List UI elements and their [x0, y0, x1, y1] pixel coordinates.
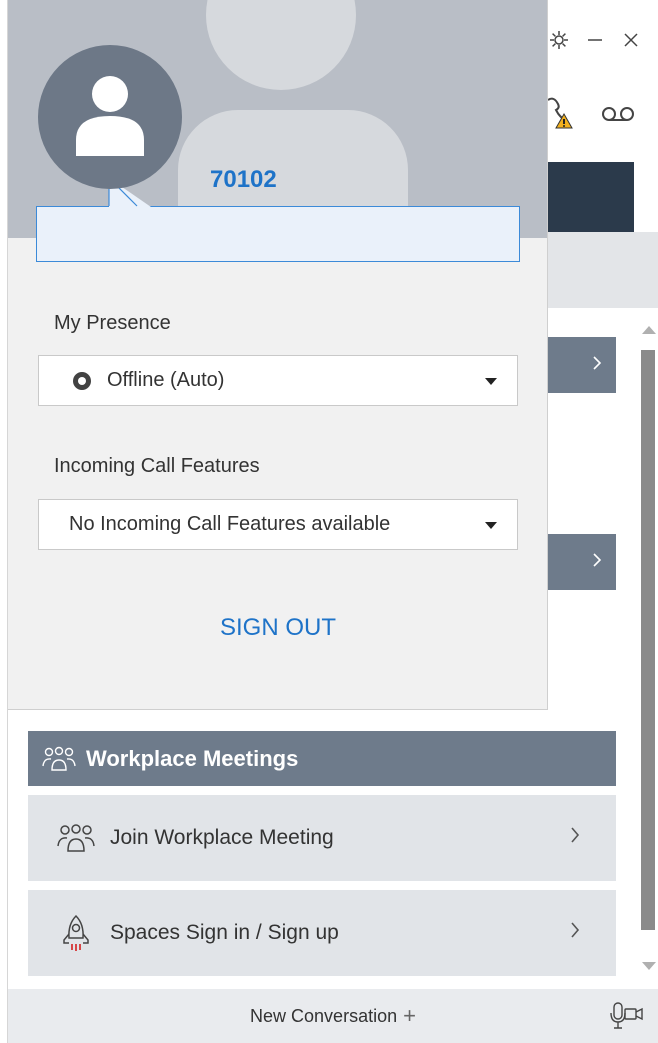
presence-select[interactable]: Offline (Auto): [38, 355, 518, 406]
user-silhouette-icon: [74, 74, 146, 161]
dark-header-strip: [548, 162, 634, 232]
video-microphone-icon[interactable]: [610, 1001, 644, 1036]
people-group-icon: [42, 746, 76, 772]
chevron-right-icon: [570, 826, 580, 850]
dropdown-caret-icon: [485, 522, 497, 529]
presence-status-icon: [73, 371, 91, 390]
dropdown-caret-icon: [485, 378, 497, 385]
phone-warning-icon[interactable]: [546, 96, 576, 137]
rocket-icon: [56, 914, 96, 952]
collapsed-section-bar[interactable]: [548, 534, 616, 590]
voicemail-icon[interactable]: [600, 104, 636, 129]
gray-band: [548, 232, 658, 308]
profile-popup: 70102 My Presence Offline (Auto) Incomin…: [8, 0, 548, 710]
section-title: Workplace Meetings: [86, 745, 299, 771]
avatar[interactable]: [38, 45, 182, 189]
sign-out-button[interactable]: SIGN OUT: [8, 614, 547, 642]
list-item-label: Spaces Sign in / Sign up: [110, 921, 339, 944]
call-features-value: No Incoming Call Features available: [69, 513, 391, 535]
scroll-thumb[interactable]: [641, 350, 655, 930]
minimize-button[interactable]: [584, 29, 606, 51]
presence-value: Offline (Auto): [107, 369, 225, 391]
join-workplace-meeting-item[interactable]: Join Workplace Meeting: [28, 795, 616, 881]
chevron-right-icon: [570, 921, 580, 945]
collapsed-section-bar[interactable]: [548, 337, 616, 393]
call-features-label: Incoming Call Features: [54, 455, 260, 477]
presence-label: My Presence: [54, 312, 171, 334]
vertical-scrollbar[interactable]: [638, 320, 658, 982]
new-conversation-label: New Conversation: [250, 1005, 398, 1026]
list-item-label: Join Workplace Meeting: [110, 826, 334, 849]
spaces-sign-in-item[interactable]: Spaces Sign in / Sign up: [28, 890, 616, 976]
extension-number: 70102: [210, 166, 277, 193]
chevron-right-icon: [592, 355, 602, 376]
scroll-up-arrow-icon[interactable]: [642, 326, 656, 334]
call-features-select[interactable]: No Incoming Call Features available: [38, 499, 518, 550]
chevron-right-icon: [592, 552, 602, 573]
close-button[interactable]: [620, 29, 642, 51]
window-left-edge: [0, 0, 8, 1043]
scroll-down-arrow-icon[interactable]: [642, 962, 656, 970]
settings-gear-icon[interactable]: [548, 29, 570, 51]
toolbar-icons: [546, 96, 636, 137]
personal-note-input[interactable]: [36, 206, 520, 262]
plus-icon: +: [403, 1003, 416, 1028]
workplace-meetings-header[interactable]: Workplace Meetings: [28, 731, 616, 786]
window-controls: [548, 26, 642, 54]
new-conversation-bar[interactable]: New Conversation +: [8, 989, 658, 1043]
people-group-icon: [56, 823, 96, 853]
